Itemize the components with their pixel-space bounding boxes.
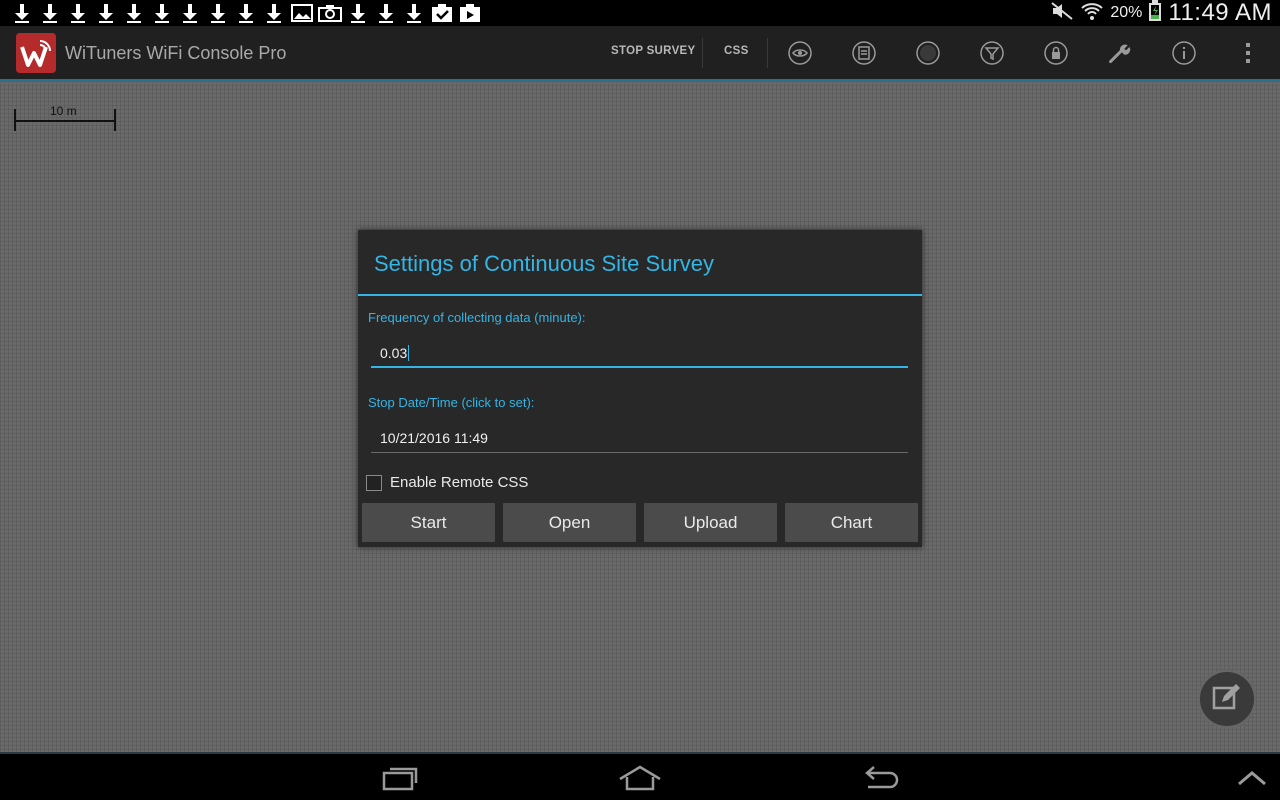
frequency-value: 0.03 bbox=[380, 345, 410, 361]
input-underline bbox=[371, 366, 908, 368]
notification-icons bbox=[8, 2, 484, 24]
image-icon bbox=[288, 2, 316, 24]
download-icon bbox=[64, 2, 92, 24]
divider bbox=[767, 38, 768, 68]
scale-label: 10 m bbox=[50, 104, 77, 118]
scale-bar: 10 m bbox=[14, 104, 116, 131]
scale-tick bbox=[114, 109, 116, 131]
enable-remote-css-checkbox[interactable] bbox=[366, 475, 382, 491]
download-icon bbox=[372, 2, 400, 24]
battery-percent: 20% bbox=[1110, 4, 1143, 21]
download-icon bbox=[260, 2, 288, 24]
text-cursor bbox=[408, 345, 410, 361]
download-icon bbox=[176, 2, 204, 24]
scale-line bbox=[14, 120, 114, 122]
download-icon bbox=[148, 2, 176, 24]
lock-icon[interactable] bbox=[1044, 41, 1068, 65]
frequency-input[interactable]: 0.03 bbox=[371, 340, 908, 368]
download-icon bbox=[344, 2, 372, 24]
record-icon[interactable] bbox=[916, 41, 940, 65]
battery-charging-icon bbox=[1148, 0, 1162, 27]
clock: 11:49 AM bbox=[1168, 0, 1272, 26]
start-button[interactable]: Start bbox=[362, 503, 495, 542]
edit-fab-button[interactable] bbox=[1198, 670, 1256, 728]
download-icon bbox=[204, 2, 232, 24]
stop-datetime-field[interactable]: 10/21/2016 11:49 bbox=[371, 425, 908, 453]
enable-remote-css-label[interactable]: Enable Remote CSS bbox=[390, 474, 528, 491]
overflow-menu-icon[interactable] bbox=[1236, 41, 1260, 65]
back-icon[interactable] bbox=[852, 762, 912, 794]
download-icon bbox=[120, 2, 148, 24]
download-icon bbox=[400, 2, 428, 24]
app-title: WiTuners WiFi Console Pro bbox=[65, 43, 287, 63]
stop-datetime-value: 10/21/2016 11:49 bbox=[380, 430, 488, 446]
clipboard-check-icon bbox=[428, 2, 456, 24]
home-icon[interactable] bbox=[610, 762, 670, 794]
mute-icon bbox=[1050, 1, 1074, 26]
edit-icon bbox=[1210, 680, 1244, 719]
frequency-label: Frequency of collecting data (minute): bbox=[368, 310, 586, 325]
navigation-bar bbox=[0, 752, 1280, 800]
list-icon[interactable] bbox=[852, 41, 876, 65]
action-bar: WiTuners WiFi Console Pro STOP SURVEY CS… bbox=[0, 26, 1280, 81]
download-icon bbox=[8, 2, 36, 24]
upload-button[interactable]: Upload bbox=[644, 503, 777, 542]
site-survey-settings-dialog: Settings of Continuous Site Survey Frequ… bbox=[358, 230, 922, 547]
input-underline bbox=[371, 452, 908, 453]
wifi-icon bbox=[1080, 1, 1104, 26]
status-bar: 20% 11:49 AM bbox=[0, 0, 1280, 26]
chevron-up-icon[interactable] bbox=[1222, 762, 1280, 794]
scale-tick bbox=[14, 109, 16, 131]
recent-apps-icon[interactable] bbox=[370, 762, 430, 794]
wrench-icon[interactable] bbox=[1108, 41, 1132, 65]
css-button[interactable]: CSS bbox=[724, 45, 749, 57]
open-button[interactable]: Open bbox=[503, 503, 636, 542]
download-icon bbox=[36, 2, 64, 24]
title-divider bbox=[358, 294, 922, 296]
filter-icon[interactable] bbox=[980, 41, 1004, 65]
download-icon bbox=[92, 2, 120, 24]
dialog-title: Settings of Continuous Site Survey bbox=[374, 251, 714, 276]
camera-icon bbox=[316, 2, 344, 24]
system-status: 20% 11:49 AM bbox=[1050, 0, 1272, 26]
stop-datetime-label: Stop Date/Time (click to set): bbox=[368, 395, 535, 410]
eye-icon[interactable] bbox=[788, 41, 812, 65]
divider bbox=[702, 38, 703, 68]
download-icon bbox=[232, 2, 260, 24]
play-store-icon bbox=[456, 2, 484, 24]
info-icon[interactable] bbox=[1172, 41, 1196, 65]
app-logo-icon[interactable] bbox=[16, 33, 56, 73]
chart-button[interactable]: Chart bbox=[785, 503, 918, 542]
stop-survey-button[interactable]: STOP SURVEY bbox=[611, 45, 695, 57]
